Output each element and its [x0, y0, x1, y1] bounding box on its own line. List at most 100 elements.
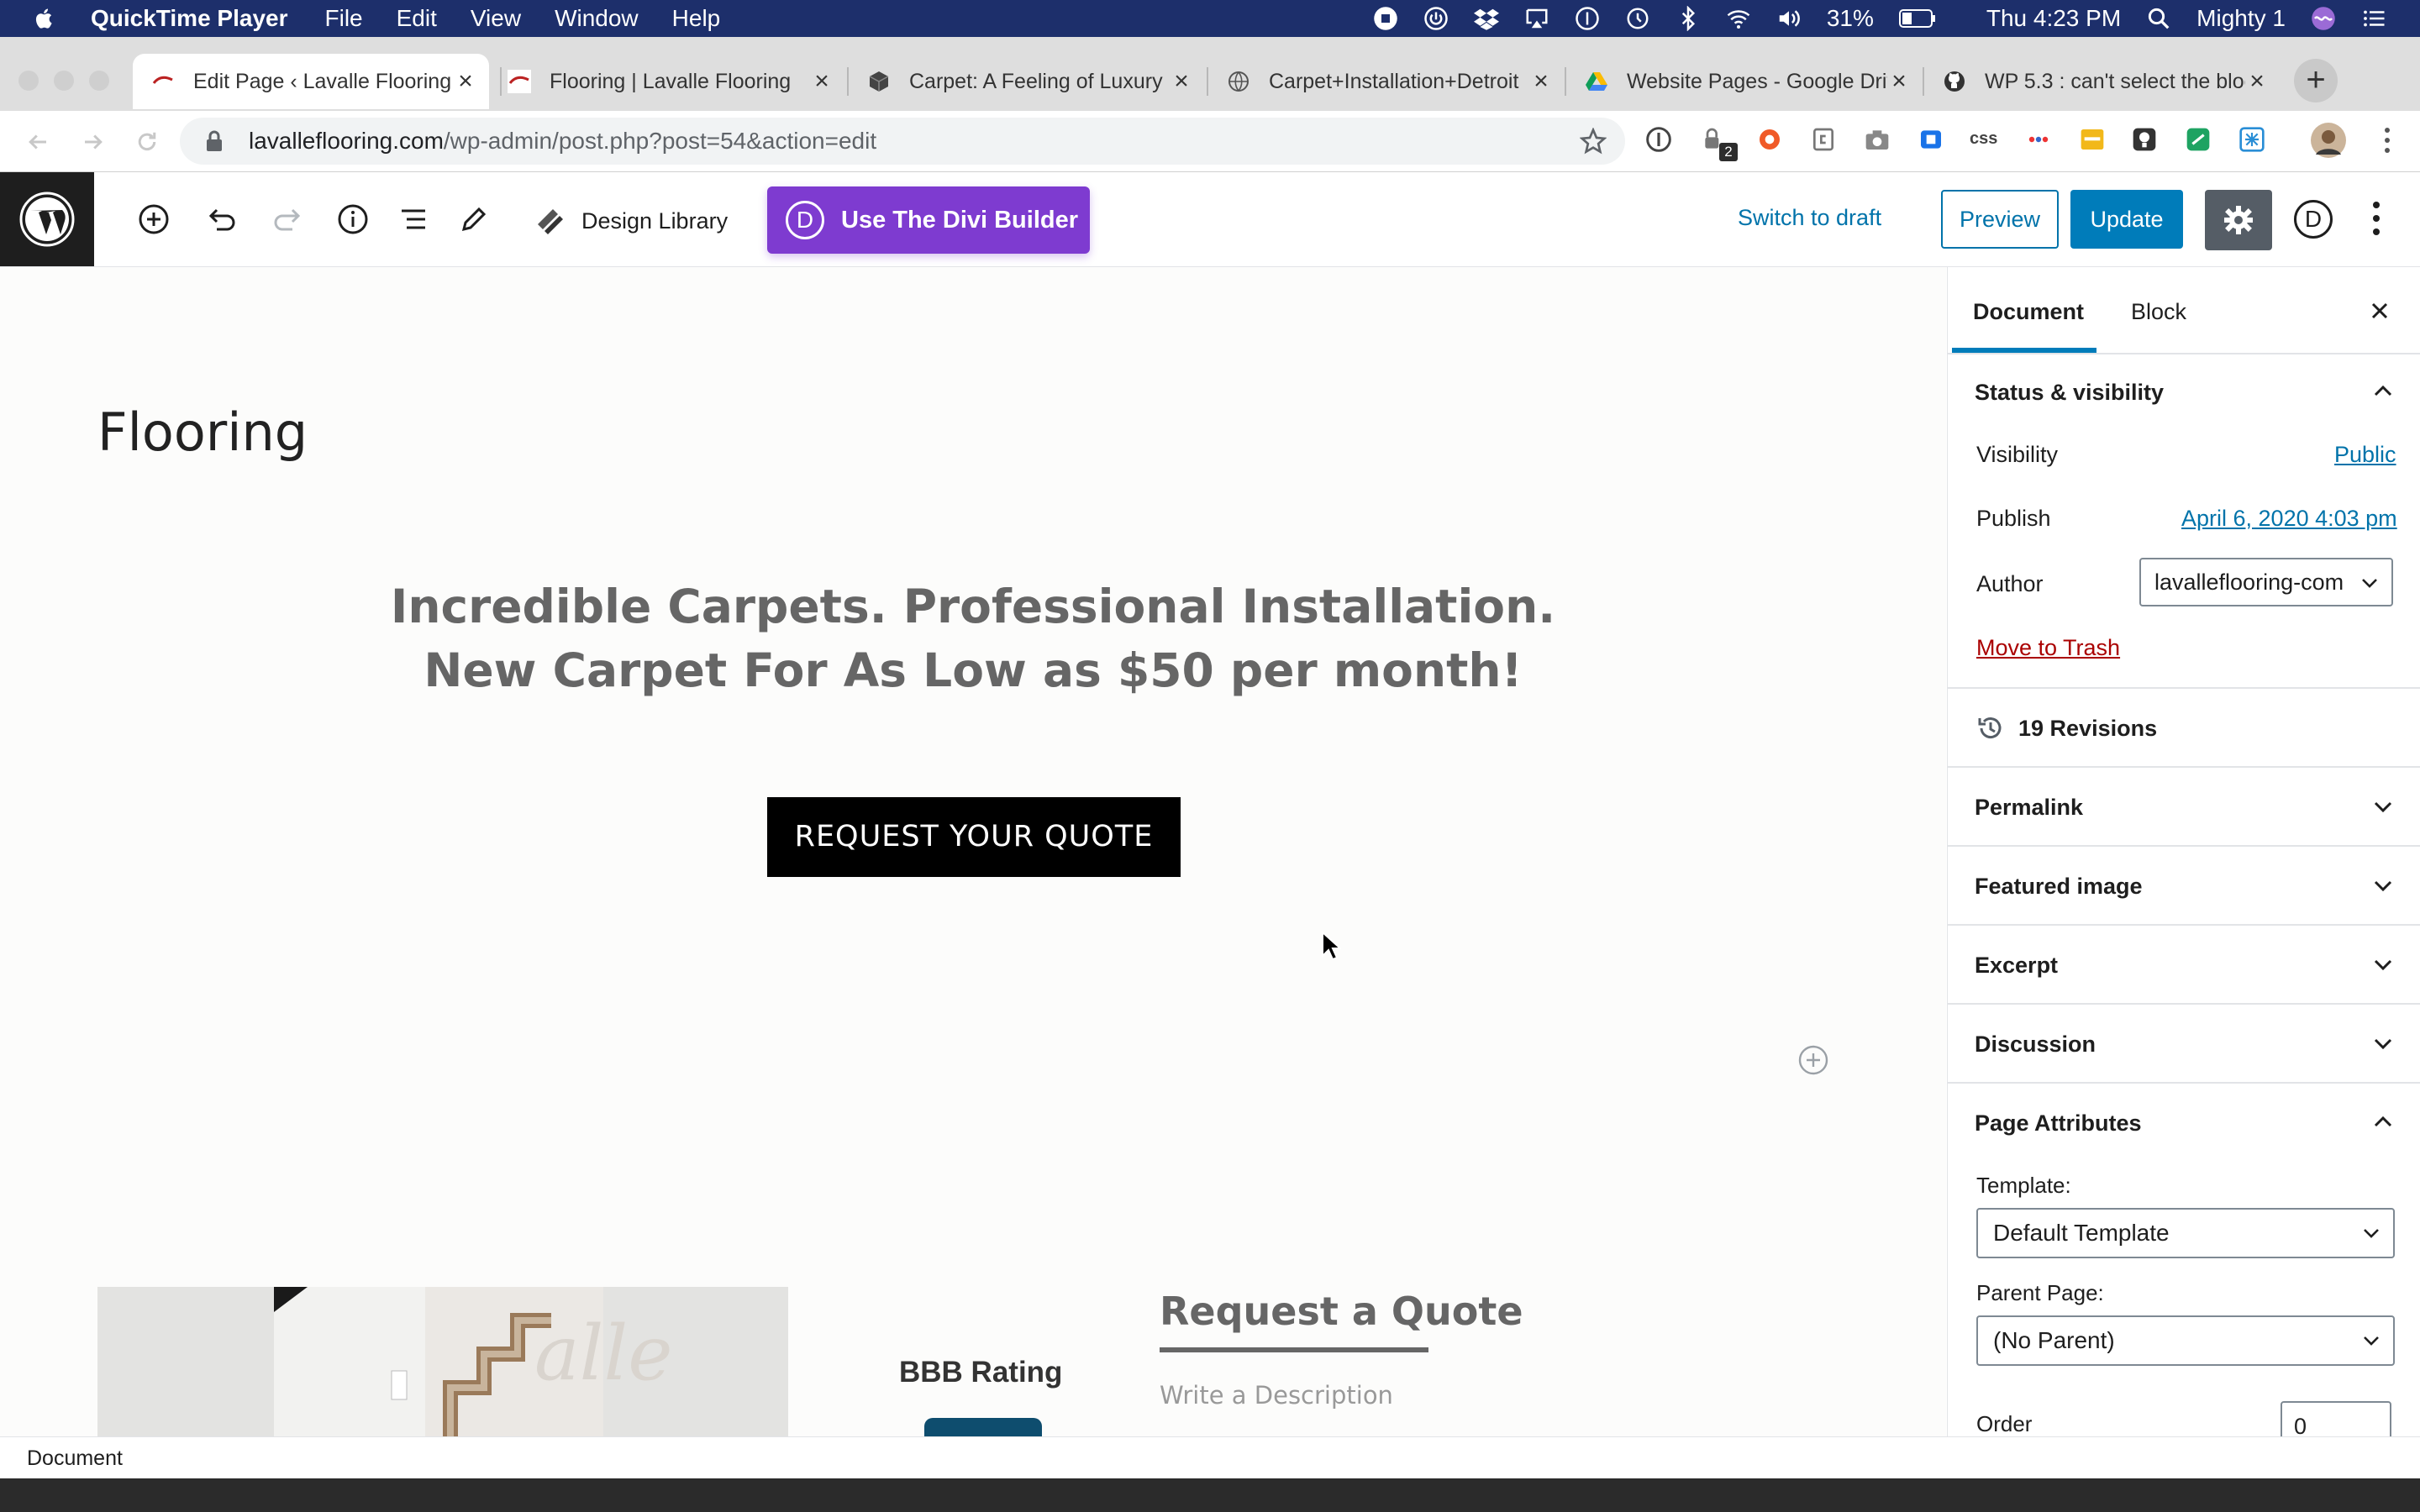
undo-icon[interactable] — [205, 202, 239, 236]
publish-date-link[interactable]: April 6, 2020 4:03 pm — [2181, 506, 2397, 532]
panel-excerpt[interactable]: Excerpt — [1975, 953, 2058, 979]
parent-page-select[interactable]: (No Parent) — [1976, 1315, 2395, 1366]
apple-icon[interactable] — [32, 6, 57, 31]
revisions-link[interactable]: 19 Revisions — [2018, 716, 2157, 742]
staircase-image[interactable]: alle — [97, 1287, 788, 1438]
menubar-item-window[interactable]: Window — [555, 5, 639, 32]
close-icon[interactable] — [2368, 299, 2391, 323]
block-breadcrumb[interactable]: Document — [27, 1446, 123, 1471]
css-extension-label[interactable]: css — [1970, 129, 1997, 149]
settings-toggle-button[interactable] — [2205, 190, 2272, 250]
info-icon[interactable] — [336, 202, 370, 236]
divi-options-button[interactable]: D — [2294, 200, 2333, 239]
menubar-app-name[interactable]: QuickTime Player — [91, 5, 288, 32]
chevron-down-icon[interactable] — [2371, 795, 2395, 818]
panel-permalink[interactable]: Permalink — [1975, 795, 2083, 821]
back-arrow-icon[interactable] — [25, 129, 50, 155]
tab-close-icon[interactable]: × — [1529, 67, 1553, 96]
airplay-icon[interactable] — [1524, 6, 1549, 31]
spotlight-search-icon[interactable] — [2146, 6, 2171, 31]
yellow-extension-icon[interactable] — [2079, 126, 2106, 153]
time-machine-icon[interactable] — [1625, 6, 1650, 31]
reload-icon[interactable] — [134, 129, 160, 155]
menubar-item-file[interactable]: File — [325, 5, 363, 32]
hero-heading[interactable]: Incredible Carpets. Professional Install… — [266, 575, 1681, 702]
request-quote-button[interactable]: REQUEST YOUR QUOTE — [767, 797, 1181, 877]
window-minimize-dot[interactable] — [54, 71, 74, 91]
browser-menu-icon[interactable] — [2381, 126, 2393, 155]
blue-square-extension-icon[interactable] — [1918, 126, 1944, 153]
browser-tab-carpet-installation[interactable]: Carpet+Installation+Detroit × — [1208, 54, 1565, 109]
description-placeholder[interactable]: Write a Description — [1160, 1381, 1393, 1410]
page-title[interactable]: Flooring — [97, 402, 308, 463]
move-to-trash-link[interactable]: Move to Trash — [1976, 635, 2120, 661]
browser-tab-carpet-luxury[interactable]: Carpet: A Feeling of Luxury × — [849, 54, 1205, 109]
bbb-rating-heading[interactable]: BBB Rating — [899, 1356, 1062, 1389]
tab-close-icon[interactable]: × — [810, 67, 834, 96]
browser-tab-flooring[interactable]: Flooring | Lavalle Flooring × — [489, 54, 845, 109]
update-button[interactable]: Update — [2070, 190, 2183, 249]
browser-tab-google-drive[interactable]: Website Pages - Google Drive × — [1566, 54, 1923, 109]
camera-extension-icon[interactable] — [1864, 126, 1891, 153]
menubar-item-view[interactable]: View — [471, 5, 521, 32]
tab-close-icon[interactable]: × — [1887, 67, 1911, 96]
panel-page-attributes[interactable]: Page Attributes — [1975, 1110, 2142, 1137]
more-options-icon[interactable] — [2368, 198, 2385, 239]
author-select[interactable]: lavalleflooring-com — [2139, 558, 2393, 606]
record-stop-icon[interactable] — [1373, 6, 1398, 31]
dropbox-icon[interactable] — [1473, 6, 1499, 31]
chevron-down-icon[interactable] — [2371, 874, 2395, 897]
template-select[interactable]: Default Template — [1976, 1208, 2395, 1258]
onepassword-extension-icon[interactable] — [1645, 126, 1672, 153]
menubar-item-edit[interactable]: Edit — [397, 5, 437, 32]
chevron-down-icon[interactable] — [2371, 1032, 2395, 1055]
bookmark-star-icon[interactable] — [1580, 128, 1607, 155]
edit-pencil-icon[interactable] — [457, 202, 491, 236]
window-zoom-dot[interactable] — [89, 71, 109, 91]
browser-tab-edit-page[interactable]: Edit Page ‹ Lavalle Flooring — WordPress… — [133, 54, 489, 109]
profile-avatar[interactable] — [2311, 123, 2346, 158]
battery-icon[interactable] — [1898, 8, 1936, 29]
tab-block[interactable]: Block — [2131, 299, 2186, 325]
evernote-extension-icon[interactable] — [2185, 126, 2212, 153]
new-tab-button[interactable]: + — [2294, 59, 2338, 102]
use-divi-builder-button[interactable]: D Use The Divi Builder — [767, 186, 1090, 254]
tab-close-icon[interactable]: × — [2245, 67, 2269, 96]
network-extension-icon[interactable] — [2238, 126, 2265, 153]
onepassword-icon[interactable] — [1575, 6, 1600, 31]
menubar-clock[interactable]: Thu 4:23 PM — [1986, 5, 2121, 32]
preview-button[interactable]: Preview — [1941, 190, 2059, 249]
forward-arrow-icon[interactable] — [81, 129, 106, 155]
add-block-icon[interactable] — [137, 202, 171, 236]
chevron-up-icon[interactable] — [2371, 1110, 2395, 1134]
wifi-icon[interactable] — [1726, 6, 1751, 31]
volume-icon[interactable] — [1776, 6, 1802, 31]
bluetooth-icon[interactable] — [1676, 6, 1701, 31]
address-bar[interactable]: lavalleflooring.com/wp-admin/post.php?po… — [180, 118, 1625, 165]
siri-icon[interactable] — [2311, 6, 2336, 31]
browser-tab-github-issue[interactable]: WP 5.3 : can't select the blocks × — [1924, 54, 2281, 109]
block-navigation-icon[interactable] — [397, 202, 430, 236]
lightbulb-extension-icon[interactable] — [2131, 126, 2158, 153]
panel-status-visibility[interactable]: Status & visibility — [1975, 380, 2164, 406]
chevron-down-icon[interactable] — [2371, 953, 2395, 976]
design-library-button[interactable]: Design Library — [534, 200, 728, 242]
tab-close-icon[interactable]: × — [1170, 67, 1193, 96]
dots-extension-icon[interactable] — [2025, 126, 2052, 153]
block-inserter-icon[interactable] — [1797, 1043, 1830, 1077]
tab-document[interactable]: Document — [1973, 299, 2084, 325]
request-quote-heading[interactable]: Request a Quote — [1160, 1289, 1523, 1334]
notification-center-icon[interactable] — [2361, 6, 2386, 31]
gear-extension-icon[interactable] — [1756, 126, 1783, 153]
panel-discussion[interactable]: Discussion — [1975, 1032, 2096, 1058]
menubar-item-help[interactable]: Help — [672, 5, 721, 32]
visibility-link[interactable]: Public — [2334, 442, 2396, 468]
switch-to-draft-button[interactable]: Switch to draft — [1738, 205, 1881, 231]
power-icon[interactable] — [1423, 6, 1449, 31]
menubar-user[interactable]: Mighty 1 — [2196, 5, 2286, 32]
clipboard-extension-icon[interactable] — [1810, 126, 1837, 153]
window-close-dot[interactable] — [18, 71, 39, 91]
lock-icon[interactable] — [205, 130, 224, 152]
redo-icon[interactable] — [271, 202, 304, 236]
tab-close-icon[interactable]: × — [454, 67, 477, 96]
